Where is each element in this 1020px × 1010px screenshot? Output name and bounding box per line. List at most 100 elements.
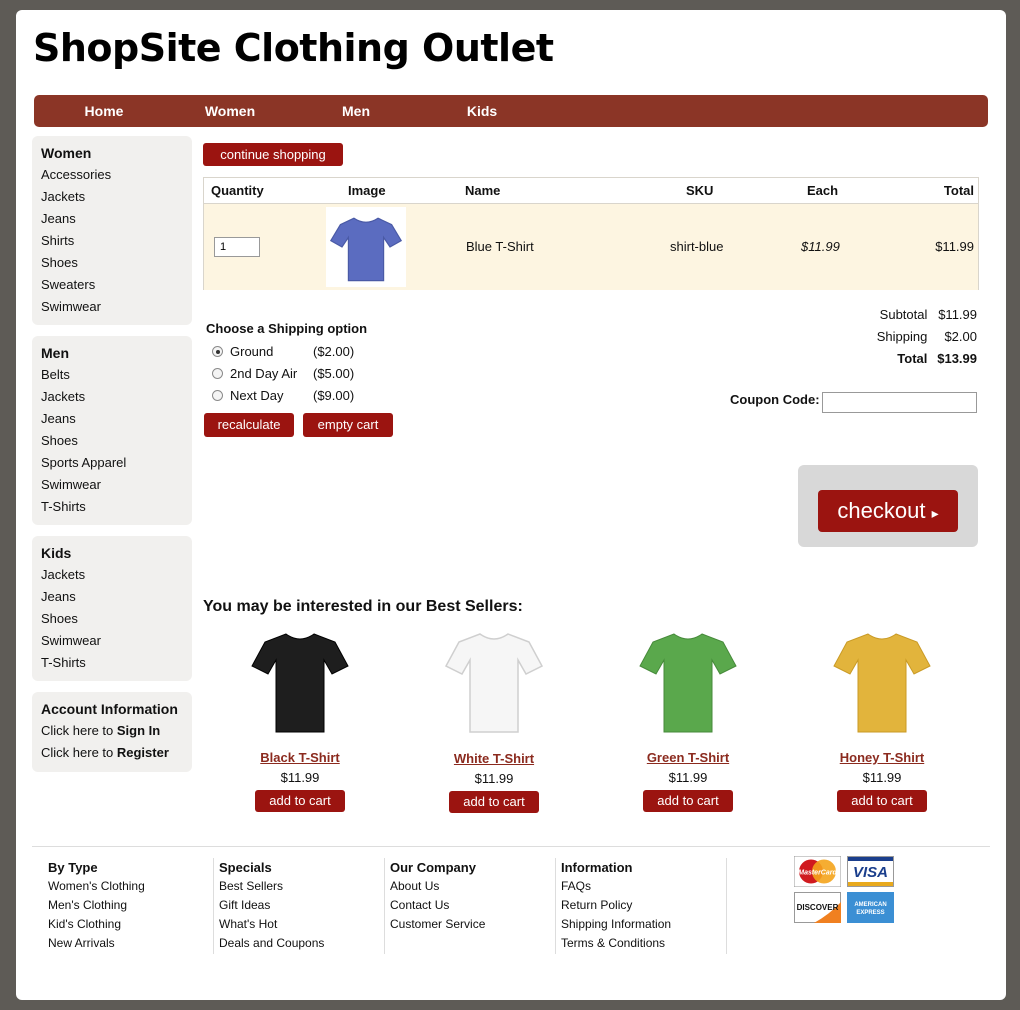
total-value: $13.99 (937, 351, 977, 366)
product-name-link[interactable]: Honey T-Shirt (807, 750, 957, 765)
footer-heading: Our Company (390, 860, 476, 875)
svg-text:VISA: VISA (853, 864, 888, 881)
sidebar-heading-men: Men (41, 345, 69, 361)
col-sku: SKU (686, 183, 714, 198)
footer-link[interactable]: Deals and Coupons (219, 934, 384, 953)
footer-column-by-type: By Type Women's Clothing Men's Clothing … (48, 858, 214, 954)
black-tshirt-icon[interactable] (250, 628, 350, 738)
nav-women[interactable]: Women (175, 95, 285, 127)
cart-item-total: $11.99 (935, 239, 974, 254)
footer-heading: By Type (48, 860, 98, 875)
shipping-option-name: 2nd Day Air (230, 366, 298, 381)
white-tshirt-icon[interactable] (444, 628, 544, 738)
col-each: Each (807, 183, 839, 198)
sidebar-item-shoes[interactable]: Shoes (32, 430, 192, 452)
nav-men[interactable]: Men (301, 95, 411, 127)
shipping-option-price: ($2.00) (313, 344, 355, 359)
sign-in-link[interactable]: Click here to Sign In (32, 720, 192, 742)
nav-home[interactable]: Home (49, 95, 159, 127)
footer-link[interactable]: Terms & Conditions (561, 934, 726, 953)
page: ShopSite Clothing Outlet Home Women Men … (16, 10, 1006, 1000)
sidebar-item-jackets[interactable]: Jackets (32, 186, 192, 208)
register-prefix: Click here to (41, 745, 117, 760)
sidebar-item-t-shirts[interactable]: T-Shirts (32, 496, 192, 518)
col-total: Total (943, 183, 974, 198)
col-name: Name (465, 183, 501, 198)
footer-column-information: Information FAQs Return Policy Shipping … (561, 858, 727, 954)
add-to-cart-button[interactable]: add to cart (449, 791, 539, 813)
footer-link[interactable]: About Us (390, 877, 555, 896)
sidebar-account: Account Information Click here to Sign I… (32, 692, 192, 772)
add-to-cart-button[interactable]: add to cart (643, 790, 733, 812)
sidebar-item-accessories[interactable]: Accessories (32, 164, 192, 186)
quantity-input[interactable] (214, 237, 260, 257)
total-label: Total (897, 351, 928, 366)
radio-2nd-day-air[interactable] (212, 368, 223, 379)
subtotal-row: Subtotal $11.99 (880, 304, 977, 326)
product-price: $11.99 (474, 771, 514, 786)
sidebar-item-jackets[interactable]: Jackets (32, 564, 192, 586)
footer-link[interactable]: What's Hot (219, 915, 384, 934)
footer-link[interactable]: FAQs (561, 877, 726, 896)
footer-column-specials: Specials Best Sellers Gift Ideas What's … (219, 858, 385, 954)
footer-link[interactable]: Shipping Information (561, 915, 726, 934)
footer-link[interactable]: Gift Ideas (219, 896, 384, 915)
product-name-link[interactable]: White T-Shirt (419, 751, 569, 766)
coupon-input[interactable] (822, 392, 977, 413)
add-to-cart-button[interactable]: add to cart (255, 790, 345, 812)
footer-link[interactable]: Return Policy (561, 896, 726, 915)
footer-link[interactable]: Best Sellers (219, 877, 384, 896)
col-quantity: Quantity (211, 183, 264, 198)
total-row: Total $13.99 (897, 348, 977, 370)
coupon-label: Coupon Code: (730, 392, 820, 407)
recalculate-button[interactable]: recalculate (204, 413, 294, 437)
sidebar-item-jackets[interactable]: Jackets (32, 386, 192, 408)
green-tshirt-icon[interactable] (638, 628, 738, 738)
svg-text:AMERICAN: AMERICAN (854, 902, 886, 908)
sidebar-item-shoes[interactable]: Shoes (32, 252, 192, 274)
sidebar-item-swimwear[interactable]: Swimwear (32, 630, 192, 652)
arrow-right-icon: ▸ (931, 505, 939, 521)
sidebar-item-shoes[interactable]: Shoes (32, 608, 192, 630)
sidebar-item-shirts[interactable]: Shirts (32, 230, 192, 252)
shipping-row: Shipping $2.00 (877, 326, 977, 348)
best-sellers-title: You may be interested in our Best Seller… (203, 598, 523, 615)
nav-kids[interactable]: Kids (427, 95, 537, 127)
product-name-link[interactable]: Green T-Shirt (613, 750, 763, 765)
checkout-button[interactable]: checkout ▸ (818, 490, 958, 532)
cart-item-name: Blue T-Shirt (466, 239, 534, 254)
sidebar-item-t-shirts[interactable]: T-Shirts (32, 652, 192, 674)
footer-link[interactable]: Women's Clothing (48, 877, 213, 896)
add-to-cart-button[interactable]: add to cart (837, 790, 927, 812)
footer-column-our-company: Our Company About Us Contact Us Customer… (390, 858, 556, 954)
shipping-option-next-day[interactable]: Next Day ($9.00) (212, 385, 382, 407)
sidebar-item-sweaters[interactable]: Sweaters (32, 274, 192, 296)
subtotal-label: Subtotal (879, 307, 928, 322)
cart-header-row: Quantity Image Name SKU Each Total (204, 178, 978, 204)
sidebar-item-jeans[interactable]: Jeans (32, 408, 192, 430)
empty-cart-button[interactable]: empty cart (303, 413, 393, 437)
sidebar-item-jeans[interactable]: Jeans (32, 208, 192, 230)
register-link[interactable]: Click here to Register (32, 742, 192, 764)
radio-next-day[interactable] (212, 390, 223, 401)
svg-text:DISCOVER: DISCOVER (797, 903, 839, 912)
sidebar-item-jeans[interactable]: Jeans (32, 586, 192, 608)
footer-link[interactable]: Kid's Clothing (48, 915, 213, 934)
sidebar-item-swimwear[interactable]: Swimwear (32, 296, 192, 318)
honey-tshirt-icon[interactable] (832, 628, 932, 738)
footer-link[interactable]: Customer Service (390, 915, 555, 934)
product-name-link[interactable]: Black T-Shirt (225, 750, 375, 765)
sidebar-item-sports-apparel[interactable]: Sports Apparel (32, 452, 192, 474)
shipping-option-price: ($9.00) (313, 388, 355, 403)
cart-item-image[interactable] (326, 207, 406, 287)
product-price: $11.99 (862, 770, 902, 785)
footer-link[interactable]: Men's Clothing (48, 896, 213, 915)
footer-link[interactable]: New Arrivals (48, 934, 213, 953)
shipping-option-ground[interactable]: Ground ($2.00) (212, 341, 382, 363)
footer-link[interactable]: Contact Us (390, 896, 555, 915)
sidebar-item-swimwear[interactable]: Swimwear (32, 474, 192, 496)
continue-shopping-button[interactable]: continue shopping (203, 143, 343, 166)
shipping-option-2nd-day-air[interactable]: 2nd Day Air ($5.00) (212, 363, 382, 385)
sidebar-item-belts[interactable]: Belts (32, 364, 192, 386)
radio-ground[interactable] (212, 346, 223, 357)
